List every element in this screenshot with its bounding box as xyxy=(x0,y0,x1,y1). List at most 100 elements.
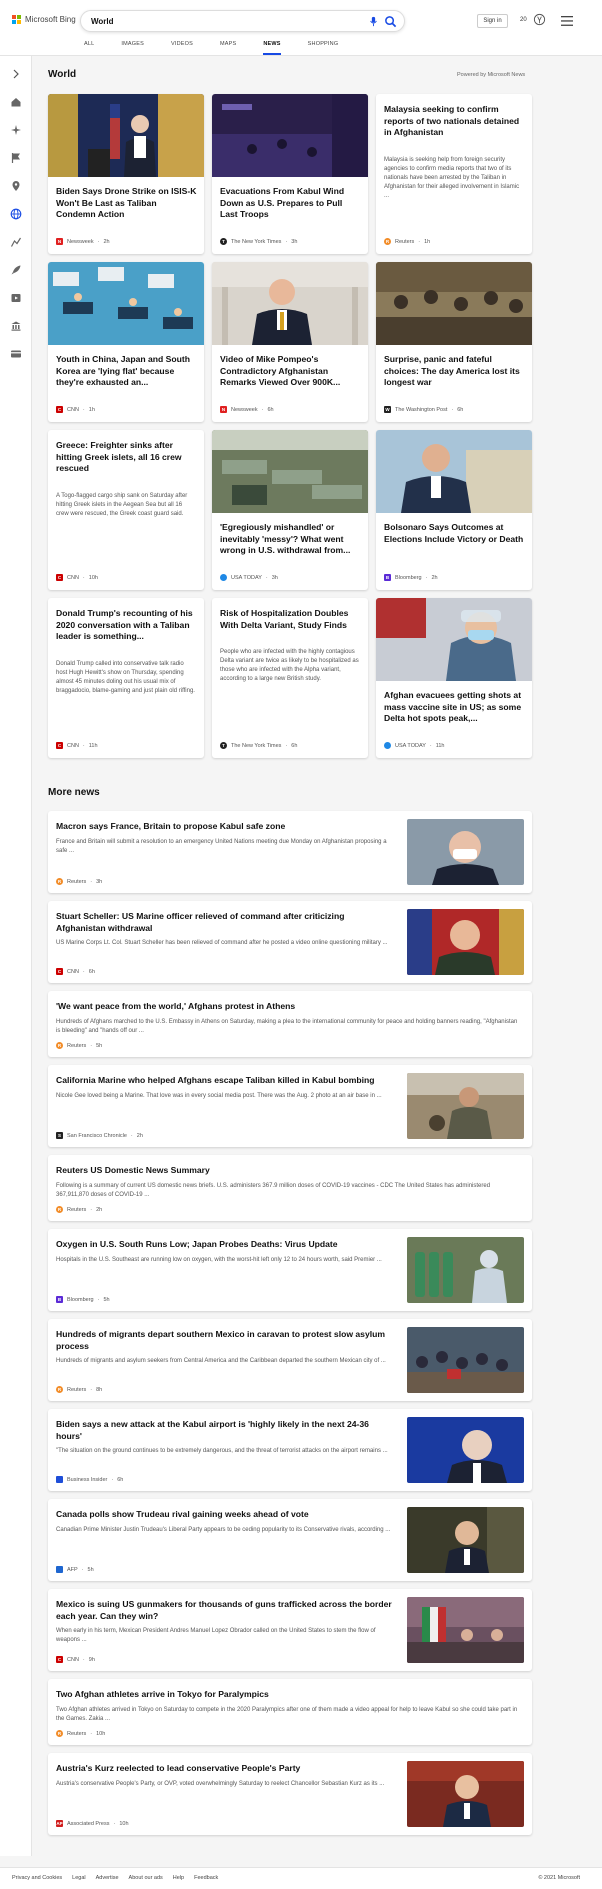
news-card[interactable]: 'Egregiously mishandled' or inevitably '… xyxy=(212,430,368,590)
more-news-title-link[interactable]: Two Afghan athletes arrive in Tokyo for … xyxy=(56,1689,522,1701)
more-news-title-link[interactable]: Austria's Kurz reelected to lead conserv… xyxy=(56,1763,396,1775)
news-card[interactable]: Surprise, panic and fateful choices: The… xyxy=(376,262,532,422)
news-card-source: T The New York Times · 3h xyxy=(220,238,297,245)
news-card[interactable]: Afghan evacuees getting shots at mass va… xyxy=(376,598,532,758)
more-news-title-link[interactable]: Oxygen in U.S. South Runs Low; Japan Pro… xyxy=(56,1239,396,1251)
source-logo: R xyxy=(56,1386,63,1393)
news-card-title[interactable]: Youth in China, Japan and South Korea ar… xyxy=(56,354,198,389)
more-news-item[interactable]: California Marine who helped Afghans esc… xyxy=(48,1065,532,1147)
tab-maps[interactable]: MAPS xyxy=(220,41,236,55)
more-news-item[interactable]: Hundreds of migrants depart southern Mex… xyxy=(48,1319,532,1401)
source-logo: N xyxy=(56,238,63,245)
news-card-title[interactable]: Greece: Freighter sinks after hitting Gr… xyxy=(56,440,198,475)
news-card[interactable]: Greece: Freighter sinks after hitting Gr… xyxy=(48,430,204,590)
more-news-item[interactable]: 'We want peace from the world,' Afghans … xyxy=(48,991,532,1057)
microphone-icon[interactable] xyxy=(368,16,379,27)
film-icon[interactable] xyxy=(10,292,22,304)
tab-videos[interactable]: VIDEOS xyxy=(171,41,193,55)
more-news-item[interactable]: Oxygen in U.S. South Runs Low; Japan Pro… xyxy=(48,1229,532,1311)
bing-logo[interactable]: Microsoft Bing xyxy=(12,15,76,24)
news-card-source: C CNN · 11h xyxy=(56,742,98,749)
news-card-title[interactable]: Evacuations From Kabul Wind Down as U.S.… xyxy=(220,186,362,221)
location-pin-icon[interactable] xyxy=(10,180,22,192)
search-icon[interactable] xyxy=(384,15,397,28)
news-card-title[interactable]: Bolsonaro Says Outcomes at Elections Inc… xyxy=(384,522,526,545)
rocket-icon[interactable] xyxy=(10,264,22,276)
news-card-source: N Newsweek · 6h xyxy=(220,406,274,413)
more-news-item[interactable]: Stuart Scheller: US Marine officer relie… xyxy=(48,901,532,983)
news-card-title[interactable]: Video of Mike Pompeo's Contradictory Afg… xyxy=(220,354,362,389)
more-news-title-link[interactable]: Canada polls show Trudeau rival gaining … xyxy=(56,1509,396,1521)
rewards-icon[interactable] xyxy=(533,13,546,26)
more-news-snippet: Two Afghan athletes arrived in Tokyo on … xyxy=(56,1707,518,1722)
more-news-item[interactable]: Reuters US Domestic News Summary Followi… xyxy=(48,1155,532,1221)
more-news-item[interactable]: Two Afghan athletes arrive in Tokyo for … xyxy=(48,1679,532,1745)
source-logo: R xyxy=(384,238,391,245)
footer-link-privacy[interactable]: Privacy and Cookies xyxy=(12,1875,62,1881)
footer-link-advertise[interactable]: Advertise xyxy=(96,1875,119,1881)
building-icon[interactable] xyxy=(10,320,22,332)
source-logo: R xyxy=(56,1042,63,1049)
news-card-title[interactable]: Surprise, panic and fateful choices: The… xyxy=(384,354,526,389)
tab-news[interactable]: NEWS xyxy=(263,41,281,55)
source-logo: W xyxy=(384,406,391,413)
microsoft-logo-icon xyxy=(12,15,21,24)
news-card-title[interactable]: Afghan evacuees getting shots at mass va… xyxy=(384,690,526,725)
more-news-title-link[interactable]: 'We want peace from the world,' Afghans … xyxy=(56,1001,522,1013)
more-news-item[interactable]: Macron says France, Britain to propose K… xyxy=(48,811,532,893)
source-logo: AP xyxy=(56,1820,63,1827)
news-card[interactable]: Donald Trump's recounting of his 2020 co… xyxy=(48,598,204,758)
globe-icon[interactable] xyxy=(10,208,22,220)
footer-link-feedback[interactable]: Feedback xyxy=(194,1875,218,1881)
logo-text: Microsoft Bing xyxy=(25,15,76,24)
more-news-item[interactable]: Biden says a new attack at the Kabul air… xyxy=(48,1409,532,1491)
news-card-source: T The New York Times · 6h xyxy=(220,742,297,749)
more-news-title-link[interactable]: Hundreds of migrants depart southern Mex… xyxy=(56,1329,396,1352)
more-news-item[interactable]: Austria's Kurz reelected to lead conserv… xyxy=(48,1753,532,1835)
news-card[interactable]: Bolsonaro Says Outcomes at Elections Inc… xyxy=(376,430,532,590)
news-card-title[interactable]: 'Egregiously mishandled' or inevitably '… xyxy=(220,522,362,557)
news-card-image xyxy=(376,598,532,681)
news-card-title[interactable]: Biden Says Drone Strike on ISIS-K Won't … xyxy=(56,186,198,221)
news-card[interactable]: Evacuations From Kabul Wind Down as U.S.… xyxy=(212,94,368,254)
source-logo: C xyxy=(56,742,63,749)
news-card[interactable]: Risk of Hospitalization Doubles With Del… xyxy=(212,598,368,758)
more-news-item[interactable]: Canada polls show Trudeau rival gaining … xyxy=(48,1499,532,1581)
tab-shopping[interactable]: SHOPPING xyxy=(308,41,339,55)
more-news-title-link[interactable]: Stuart Scheller: US Marine officer relie… xyxy=(56,911,396,934)
tab-images[interactable]: IMAGES xyxy=(121,41,144,55)
collapse-arrow-icon[interactable] xyxy=(10,68,22,80)
hamburger-menu-icon[interactable] xyxy=(561,16,573,26)
news-card[interactable]: Malaysia seeking to confirm reports of t… xyxy=(376,94,532,254)
footer-link-help[interactable]: Help xyxy=(173,1875,184,1881)
news-card-title[interactable]: Malaysia seeking to confirm reports of t… xyxy=(384,104,526,139)
news-card-title[interactable]: Donald Trump's recounting of his 2020 co… xyxy=(56,608,198,643)
news-card[interactable]: Biden Says Drone Strike on ISIS-K Won't … xyxy=(48,94,204,254)
footer-link-legal[interactable]: Legal xyxy=(72,1875,85,1881)
tab-all[interactable]: ALL xyxy=(84,41,94,55)
more-news-snippet: Hundreds of Afghans marched to the U.S. … xyxy=(56,1019,518,1034)
source-logo xyxy=(220,574,227,581)
news-card-snippet: Malaysia is seeking help from foreign se… xyxy=(384,157,520,199)
more-news-title-link[interactable]: California Marine who helped Afghans esc… xyxy=(56,1075,396,1087)
more-news-title-link[interactable]: Mexico is suing US gunmakers for thousan… xyxy=(56,1599,396,1622)
more-news-title-link[interactable]: Reuters US Domestic News Summary xyxy=(56,1165,522,1177)
section-title: World xyxy=(48,69,77,80)
sparkle-icon[interactable] xyxy=(10,124,22,136)
news-card[interactable]: Youth in China, Japan and South Korea ar… xyxy=(48,262,204,422)
more-news-item[interactable]: Mexico is suing US gunmakers for thousan… xyxy=(48,1589,532,1671)
footer-link-about-ads[interactable]: About our ads xyxy=(129,1875,163,1881)
chart-icon[interactable] xyxy=(10,236,22,248)
search-box xyxy=(80,10,405,32)
news-card-title[interactable]: Risk of Hospitalization Doubles With Del… xyxy=(220,608,362,631)
search-input[interactable] xyxy=(91,15,351,28)
news-card[interactable]: Video of Mike Pompeo's Contradictory Afg… xyxy=(212,262,368,422)
more-news-title-link[interactable]: Macron says France, Britain to propose K… xyxy=(56,821,396,833)
source-logo: C xyxy=(56,574,63,581)
rewards-points[interactable]: 20 xyxy=(520,17,527,23)
sign-in-button[interactable]: Sign in xyxy=(477,14,508,28)
more-news-title-link[interactable]: Biden says a new attack at the Kabul air… xyxy=(56,1419,396,1442)
flag-icon[interactable] xyxy=(10,152,22,164)
home-icon[interactable] xyxy=(10,96,22,108)
card-icon[interactable] xyxy=(10,348,22,360)
